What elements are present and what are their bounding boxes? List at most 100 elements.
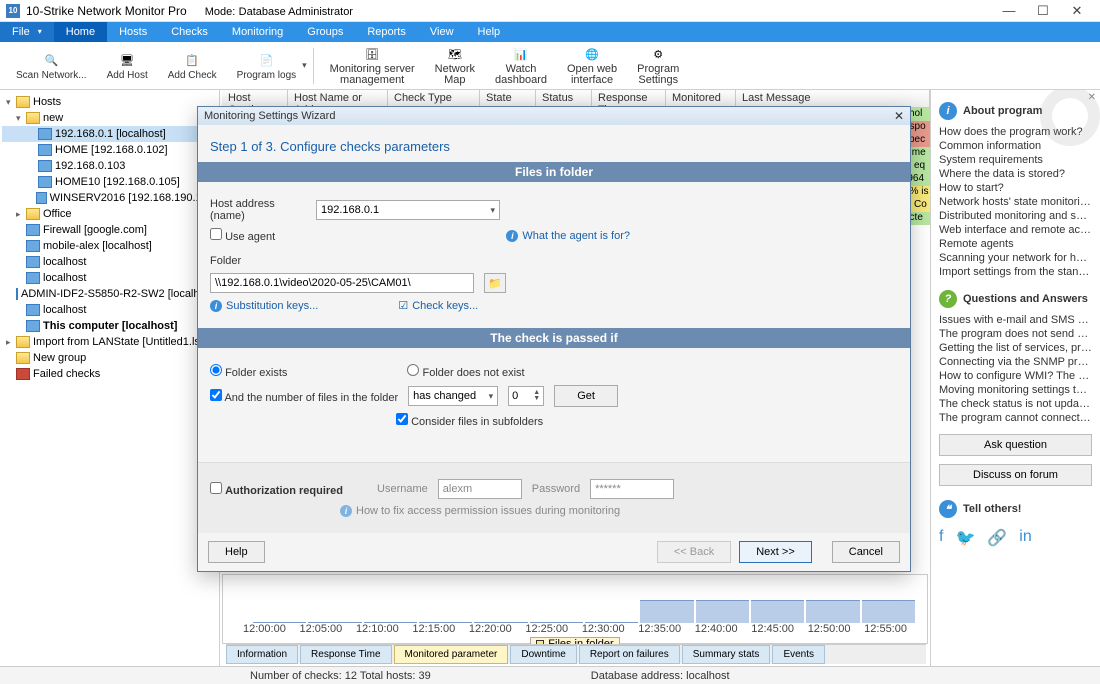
tree-host[interactable]: HOME10 [192.168.0.105] [2, 174, 217, 190]
col-address[interactable]: Host Name or Address [288, 90, 388, 107]
menu-monitoring[interactable]: Monitoring [220, 22, 295, 42]
tree-host[interactable]: 192.168.0.103 [2, 158, 217, 174]
tree-folder[interactable]: New group [2, 350, 217, 366]
tree-folder[interactable]: Failed checks [2, 366, 217, 382]
tab-report-failures[interactable]: Report on failures [579, 645, 680, 664]
use-agent-checkbox[interactable]: Use agent [210, 228, 275, 243]
discuss-forum-button[interactable]: Discuss on forum [939, 464, 1092, 486]
help-link[interactable]: How to start? [939, 182, 1092, 194]
radio-folder-exists[interactable]: Folder exists [210, 364, 287, 379]
help-link[interactable]: Import settings from the standard versi.… [939, 266, 1092, 278]
host-address-combo[interactable]: 192.168.0.1▾ [316, 200, 500, 220]
dialog-titlebar[interactable]: Monitoring Settings Wizard ✕ [198, 107, 910, 125]
tree-host[interactable]: WINSERV2016 [192.168.190.128] [2, 190, 217, 206]
help-link[interactable]: Scanning your network for hosts [939, 252, 1092, 264]
linkedin-icon[interactable]: in [1019, 528, 1031, 548]
tree-folder[interactable]: ▸Office [2, 206, 217, 222]
menu-reports[interactable]: Reports [355, 22, 418, 42]
menu-groups[interactable]: Groups [295, 22, 355, 42]
substitution-keys-link[interactable]: iSubstitution keys... [210, 300, 318, 312]
hosts-tree[interactable]: ▾Hosts ▾new 192.168.0.1 [localhost] HOME… [0, 90, 220, 666]
tab-summary[interactable]: Summary stats [682, 645, 771, 664]
permission-help-link[interactable]: iHow to fix access permission issues dur… [340, 505, 620, 517]
help-link[interactable]: Network hosts' state monitoring [939, 196, 1092, 208]
password-input[interactable] [590, 479, 674, 499]
close-button[interactable]: ✕ [1060, 1, 1094, 21]
auth-required-checkbox[interactable]: Authorization required [210, 482, 343, 497]
btn-program-logs[interactable]: 📄Program logs [227, 44, 306, 88]
tree-host[interactable]: Firewall [google.com] [2, 222, 217, 238]
tree-host[interactable]: localhost [2, 254, 217, 270]
tree-host-selected[interactable]: 192.168.0.1 [localhost] [2, 126, 217, 142]
col-type[interactable]: Check Type [388, 90, 480, 107]
maximize-button[interactable]: ☐ [1026, 1, 1060, 21]
tree-host[interactable]: localhost [2, 302, 217, 318]
tree-host[interactable]: mobile-alex [localhost] [2, 238, 217, 254]
help-link[interactable]: The program cannot connect to the dat... [939, 412, 1092, 424]
help-link[interactable]: System requirements [939, 154, 1092, 166]
col-monparam[interactable]: Monitored pa... [666, 90, 736, 107]
btn-open-web[interactable]: 🌐Open webinterface [557, 44, 627, 88]
menu-checks[interactable]: Checks [159, 22, 220, 42]
btn-add-check[interactable]: 📋Add Check [158, 44, 227, 88]
tab-response-time[interactable]: Response Time [300, 645, 391, 664]
col-status[interactable]: Status [536, 90, 592, 107]
btn-program-settings[interactable]: ⚙ProgramSettings [627, 44, 689, 88]
tab-downtime[interactable]: Downtime [510, 645, 576, 664]
help-link[interactable]: Distributed monitoring and servers [939, 210, 1092, 222]
menu-view[interactable]: View [418, 22, 466, 42]
btn-network-map[interactable]: 🗺NetworkMap [425, 44, 485, 88]
col-response[interactable]: Response Time [592, 90, 666, 107]
tree-host[interactable]: HOME [192.168.0.102] [2, 142, 217, 158]
btn-monitoring-server[interactable]: 🗄Monitoring servermanagement [320, 44, 425, 88]
panel-close-icon[interactable]: ✕ [1088, 92, 1096, 103]
ask-question-button[interactable]: Ask question [939, 434, 1092, 456]
help-link[interactable]: Remote agents [939, 238, 1092, 250]
tree-folder[interactable]: ▸Import from LANState [Untitled1.lsm] [2, 334, 217, 350]
tab-information[interactable]: Information [226, 645, 298, 664]
change-condition-combo[interactable]: has changed▾ [408, 386, 498, 406]
tab-events[interactable]: Events [772, 645, 825, 664]
btn-watch-dashboard[interactable]: 📊Watchdashboard [485, 44, 557, 88]
help-link[interactable]: The program does not send SMS [939, 328, 1092, 340]
facebook-icon[interactable]: f [939, 528, 943, 548]
check-keys-link[interactable]: ☑Check keys... [398, 299, 478, 312]
help-link[interactable]: Web interface and remote access [939, 224, 1092, 236]
col-state[interactable]: State [480, 90, 536, 107]
tree-host-this[interactable]: This computer [localhost] [2, 318, 217, 334]
share-icon[interactable]: 🔗 [987, 528, 1007, 548]
and-number-checkbox[interactable]: And the number of files in the folder [210, 389, 398, 404]
help-link[interactable]: Issues with e-mail and SMS notifications [939, 314, 1092, 326]
help-link[interactable]: The check status is not updated in the .… [939, 398, 1092, 410]
tab-monitored-param[interactable]: Monitored parameter [394, 645, 509, 664]
help-button[interactable]: Help [208, 541, 265, 563]
menu-home[interactable]: Home [54, 22, 107, 42]
folder-input[interactable] [210, 273, 474, 293]
tree-host[interactable]: ADMIN-IDF2-S5850-R2-SW2 [localhost] [2, 286, 217, 302]
help-link[interactable]: Where the data is stored? [939, 168, 1092, 180]
col-lastmsg[interactable]: Last Message [736, 90, 930, 107]
menu-help[interactable]: Help [466, 22, 513, 42]
help-link[interactable]: Moving monitoring settings to other PC [939, 384, 1092, 396]
help-link[interactable]: How to configure WMI? The "WMI", "Lo... [939, 370, 1092, 382]
subfolders-checkbox[interactable]: Consider files in subfolders [396, 413, 543, 428]
toolbar-dropdown-icon[interactable]: ▾ [302, 60, 307, 71]
minimize-button[interactable]: — [992, 1, 1026, 21]
number-spinner[interactable]: 0▲▼ [508, 386, 544, 406]
next-button[interactable]: Next >> [739, 541, 812, 563]
agent-info-link[interactable]: iWhat the agent is for? [506, 230, 630, 242]
radio-folder-not-exist[interactable]: Folder does not exist [407, 364, 524, 379]
menu-hosts[interactable]: Hosts [107, 22, 159, 42]
twitter-icon[interactable]: 🐦 [955, 528, 975, 548]
help-link[interactable]: Getting the list of services, processes,… [939, 342, 1092, 354]
col-caption[interactable]: Host Caption [222, 90, 288, 107]
browse-folder-button[interactable]: 📁 [484, 273, 506, 293]
cancel-button[interactable]: Cancel [832, 541, 900, 563]
username-input[interactable] [438, 479, 522, 499]
get-button[interactable]: Get [554, 385, 618, 407]
dialog-close-icon[interactable]: ✕ [894, 109, 904, 123]
tree-host[interactable]: localhost [2, 270, 217, 286]
btn-add-host[interactable]: 🖥Add Host [97, 44, 158, 88]
back-button[interactable]: << Back [657, 541, 731, 563]
btn-scan-network[interactable]: 🔍Scan Network... [6, 44, 97, 88]
